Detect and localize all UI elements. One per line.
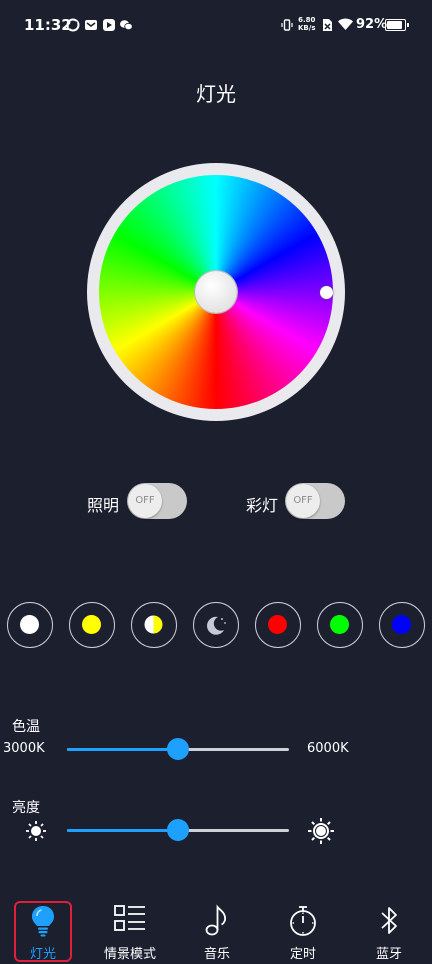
preset-night-button[interactable] [193,602,239,648]
nav-tab-timer-label: 定时 [289,947,316,962]
moon-stars-icon [207,616,226,635]
preset-green-dot [330,615,349,634]
preset-white-dot [20,615,39,634]
nav-tab-scenes[interactable]: 情景模式 [86,899,174,964]
brightness-slider-thumb[interactable] [167,819,189,841]
color-light-toggle-knob: OFF [286,484,320,518]
brightness-slider-fill [67,829,178,832]
nav-tab-bluetooth[interactable]: 蓝牙 [346,899,432,964]
bluetooth-icon [381,907,397,934]
lighting-toggle-knob: OFF [128,484,162,518]
status-bar: 11:32 6.80 KB/s 92% [0,0,432,52]
speed-value: 6.80 [298,16,316,24]
color-light-toggle[interactable]: OFF [285,483,345,519]
preset-white-button[interactable] [7,602,53,648]
no-sim-icon [323,19,332,31]
speed-unit: KB/s [298,24,316,32]
half-circle-icon [144,615,163,634]
music-note-icon [205,904,226,936]
color-temp-label: 色温 [12,719,40,735]
list-icon [114,905,145,931]
battery-level-fill [387,21,402,29]
vibrate-icon [281,19,293,31]
color-wheel-center-button[interactable] [195,271,237,313]
nav-tab-music-label: 音乐 [203,947,230,962]
color-temp-slider-thumb[interactable] [167,738,189,760]
active-tab-highlight [14,901,72,962]
preset-yellow-button[interactable] [69,602,115,648]
preset-green-button[interactable] [317,602,363,648]
sun-small-icon [26,821,46,841]
preset-blue-button[interactable] [379,602,425,648]
sun-large-icon [308,818,334,844]
swirl-app-icon [66,18,80,32]
mail-app-icon [85,20,97,30]
lighting-toggle-label: 照明 [87,496,120,515]
lighting-toggle[interactable]: OFF [127,483,187,519]
color-temp-min: 3000K [3,741,45,756]
play-app-icon [103,19,115,31]
color-light-toggle-label: 彩灯 [246,496,279,515]
preset-red-dot [268,615,287,634]
preset-blue-dot [392,615,411,634]
nav-tab-music[interactable]: 音乐 [174,899,260,964]
battery-icon [385,19,409,31]
nav-tab-scenes-label: 情景模式 [103,947,156,962]
color-wheel-handle[interactable] [320,286,333,299]
preset-yellow-dot [82,615,101,634]
nav-tab-timer[interactable]: 定时 [260,899,346,964]
wechat-icon [120,20,133,31]
nav-tab-bluetooth-label: 蓝牙 [375,947,402,962]
battery-percent: 92% [356,17,388,32]
status-time: 11:32 [24,16,72,34]
brightness-label: 亮度 [12,800,40,816]
page-title: 灯光 [196,82,236,106]
color-temp-max: 6000K [307,741,349,756]
wifi-icon [338,18,353,30]
preset-warm-button[interactable] [131,602,177,648]
preset-red-button[interactable] [255,602,301,648]
network-speed: 6.80 KB/s [298,16,315,32]
color-temp-slider-fill [67,748,178,751]
stopwatch-icon [290,906,316,936]
